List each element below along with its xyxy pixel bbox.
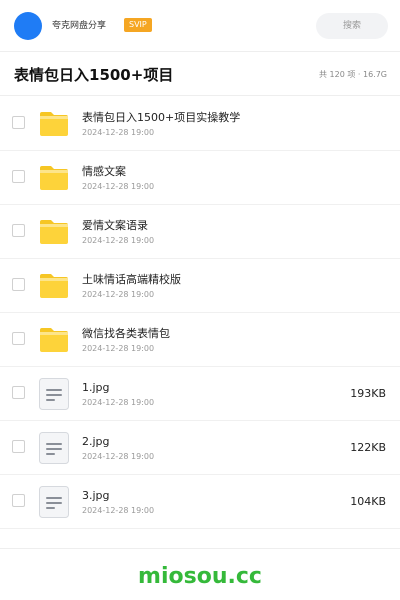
file-date: 2024-12-28 19:00 xyxy=(82,398,155,407)
file-date: 2024-12-28 19:00 xyxy=(82,452,155,461)
row-checkbox[interactable] xyxy=(12,170,25,183)
file-name: 爱情文案语录 xyxy=(82,219,148,232)
avatar[interactable] xyxy=(14,12,42,40)
divider xyxy=(0,548,400,549)
document-icon xyxy=(39,486,69,518)
row-checkbox[interactable] xyxy=(12,386,25,399)
file-size: 193KB xyxy=(350,387,386,400)
file-name: 3.jpg xyxy=(82,489,110,502)
file-date: 2024-12-28 19:00 xyxy=(82,128,155,137)
list-item[interactable]: 2.jpg 2024-12-28 19:00 122KB xyxy=(0,421,400,475)
folder-icon xyxy=(40,328,68,352)
page-title: 表情包日入1500+项目 xyxy=(14,66,174,84)
file-date: 2024-12-28 19:00 xyxy=(82,236,155,245)
file-name: 2.jpg xyxy=(82,435,110,448)
folder-icon xyxy=(40,220,68,244)
row-checkbox[interactable] xyxy=(12,224,25,237)
file-size: 122KB xyxy=(350,441,386,454)
row-checkbox[interactable] xyxy=(12,440,25,453)
list-item[interactable]: 情感文案 2024-12-28 19:00 xyxy=(0,151,400,205)
svip-badge: SVIP xyxy=(124,18,152,32)
row-checkbox[interactable] xyxy=(12,332,25,345)
share-name: 夸克网盘分享 xyxy=(52,21,107,31)
list-item[interactable]: 3.jpg 2024-12-28 19:00 104KB xyxy=(0,475,400,529)
top-bar: 夸克网盘分享 SVIP 搜索 xyxy=(0,0,400,52)
list-item[interactable]: 表情包日入1500+项目实操教学 2024-12-28 19:00 xyxy=(0,97,400,151)
file-name: 土味情话高端精校版 xyxy=(82,273,181,286)
list-item[interactable]: 微信找各类表情包 2024-12-28 19:00 xyxy=(0,313,400,367)
file-name: 微信找各类表情包 xyxy=(82,327,170,340)
file-name: 表情包日入1500+项目实操教学 xyxy=(82,111,241,124)
folder-meta: 共 120 项 · 16.7G xyxy=(319,70,387,79)
folder-icon xyxy=(40,166,68,190)
document-icon xyxy=(39,432,69,464)
file-date: 2024-12-28 19:00 xyxy=(82,506,155,515)
file-size: 104KB xyxy=(350,495,386,508)
file-date: 2024-12-28 19:00 xyxy=(82,182,155,191)
folder-icon xyxy=(40,274,68,298)
file-date: 2024-12-28 19:00 xyxy=(82,344,155,353)
row-checkbox[interactable] xyxy=(12,278,25,291)
file-name: 1.jpg xyxy=(82,381,110,394)
row-checkbox[interactable] xyxy=(12,116,25,129)
list-item[interactable]: 1.jpg 2024-12-28 19:00 193KB xyxy=(0,367,400,421)
title-bar: 表情包日入1500+项目 共 120 项 · 16.7G xyxy=(0,52,400,96)
file-list: 表情包日入1500+项目实操教学 2024-12-28 19:00 情感文案 2… xyxy=(0,97,400,529)
document-icon xyxy=(39,378,69,410)
list-item[interactable]: 爱情文案语录 2024-12-28 19:00 xyxy=(0,205,400,259)
watermark-text: miosou.cc xyxy=(138,564,262,589)
file-name: 情感文案 xyxy=(82,165,126,178)
file-date: 2024-12-28 19:00 xyxy=(82,290,155,299)
search-input[interactable]: 搜索 xyxy=(316,13,388,39)
folder-icon xyxy=(40,112,68,136)
list-item[interactable]: 土味情话高端精校版 2024-12-28 19:00 xyxy=(0,259,400,313)
row-checkbox[interactable] xyxy=(12,494,25,507)
